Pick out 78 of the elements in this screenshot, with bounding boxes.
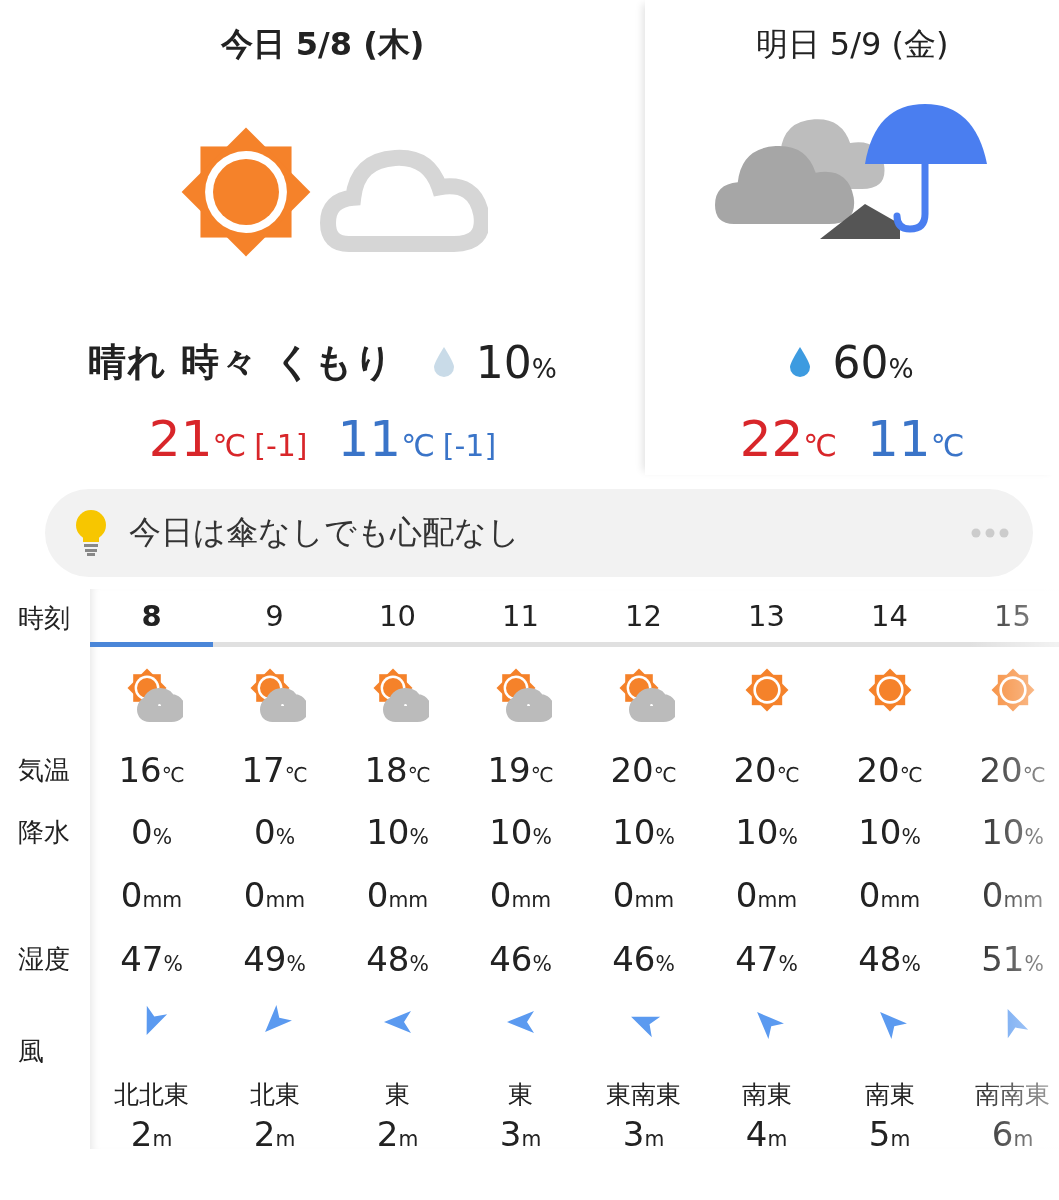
wind-speed: 6m [991, 1114, 1034, 1149]
wind-direction: 南南東 [975, 1079, 1050, 1111]
hourly-temperature: 17℃ [241, 750, 308, 790]
low-temperature-change: [-1] [442, 428, 497, 463]
rain-chance: 0% [131, 812, 172, 852]
hourly-temperature: 18℃ [364, 750, 431, 790]
wind-speed: 2 m [253, 1114, 296, 1149]
rainfall-amount: 0mm [120, 875, 183, 915]
hour-tab[interactable]: 8 [90, 589, 213, 647]
rainfall-amount: 0mm [489, 875, 552, 915]
humidity-value: 46% [612, 939, 675, 979]
low-temperature: 11℃ [337, 410, 435, 468]
rainfall-amount: 0mm [243, 875, 306, 915]
hour-tab[interactable]: 15 [951, 589, 1059, 647]
wind-direction: 北北東 [114, 1079, 189, 1111]
day-heading: 明日 5/9 (金) [755, 24, 949, 65]
low-temperature: 11℃ [867, 410, 965, 468]
wind-speed: 3m [499, 1114, 542, 1149]
hourly-temperature: 19℃ [487, 750, 554, 790]
wind-direction: 北東 [249, 1079, 300, 1111]
hour-tab[interactable]: 11 [459, 589, 582, 647]
humidity-value: 51% [981, 939, 1044, 979]
humidity-value: 49% [243, 939, 306, 979]
rainfall-amount: 0mm [366, 875, 429, 915]
wind-direction: 南東 [864, 1079, 915, 1111]
day-heading: 今日 5/8 (木) [220, 24, 425, 65]
hour-tab[interactable]: 14 [828, 589, 951, 647]
row-label: 湿度 [17, 942, 71, 976]
hour-tab[interactable]: 9 [213, 589, 336, 647]
more-icon[interactable] [971, 528, 1009, 538]
rainfall-amount: 0mm [612, 875, 675, 915]
rain-chance: 10% [858, 812, 921, 852]
rain-chance: 60% [832, 336, 914, 388]
rain-chance: 10% [475, 336, 557, 388]
row-label: 気温 [17, 753, 71, 787]
high-temperature: 22℃ [739, 410, 837, 468]
hourly-temperature: 16℃ [118, 750, 185, 790]
hour-tab[interactable]: 13 [705, 589, 828, 647]
wind-direction: 東南東 [606, 1079, 681, 1111]
hour-tab[interactable]: 10 [336, 589, 459, 647]
humidity-value: 48% [366, 939, 429, 979]
high-temperature-change: [-1] [254, 428, 308, 463]
humidity-value: 47% [735, 939, 798, 979]
row-label: 降水 [17, 815, 71, 849]
hourly-temperature: 20℃ [979, 750, 1046, 790]
hourly-temperature: 20℃ [733, 750, 800, 790]
hourly-temperature: 20℃ [856, 750, 923, 790]
wind-speed: 3m [622, 1114, 665, 1149]
wind-direction: 東 [385, 1079, 410, 1111]
rain-chance: 10% [489, 812, 552, 852]
wind-speed: 4m [745, 1114, 788, 1149]
light-bulb-icon [75, 510, 107, 556]
rainfall-amount: 0mm [858, 875, 921, 915]
row-label: 風 [17, 1034, 45, 1068]
rain-chance: 10% [612, 812, 675, 852]
humidity-value: 47% [120, 939, 183, 979]
raindrop-icon [433, 347, 454, 377]
wind-direction: 南東 [741, 1079, 792, 1111]
advice-text: 今日は傘なしでも心配なし [129, 512, 521, 553]
rain-chance: 10% [366, 812, 429, 852]
hourly-temperature: 20℃ [610, 750, 677, 790]
rain-chance: 0% [254, 812, 295, 852]
wind-speed: 2 m [376, 1114, 419, 1149]
row-label: 時刻 [17, 601, 71, 635]
rain-chance: 10% [735, 812, 798, 852]
rainfall-amount: 0mm [735, 875, 798, 915]
hour-tab[interactable]: 12 [582, 589, 705, 647]
rainfall-amount: 0mm [981, 875, 1044, 915]
humidity-value: 46% [489, 939, 552, 979]
wind-speed: 2 m [130, 1114, 173, 1149]
wind-speed: 5m [868, 1114, 911, 1149]
high-temperature: 21℃ [148, 410, 247, 468]
rain-chance: 10% [981, 812, 1044, 852]
weather-condition: 晴れ 時々 くもり [88, 338, 394, 386]
raindrop-icon [790, 347, 811, 377]
humidity-value: 48% [858, 939, 921, 979]
advice-banner[interactable]: 今日は傘なしでも心配なし [45, 489, 1033, 577]
wind-direction: 東 [508, 1079, 533, 1111]
